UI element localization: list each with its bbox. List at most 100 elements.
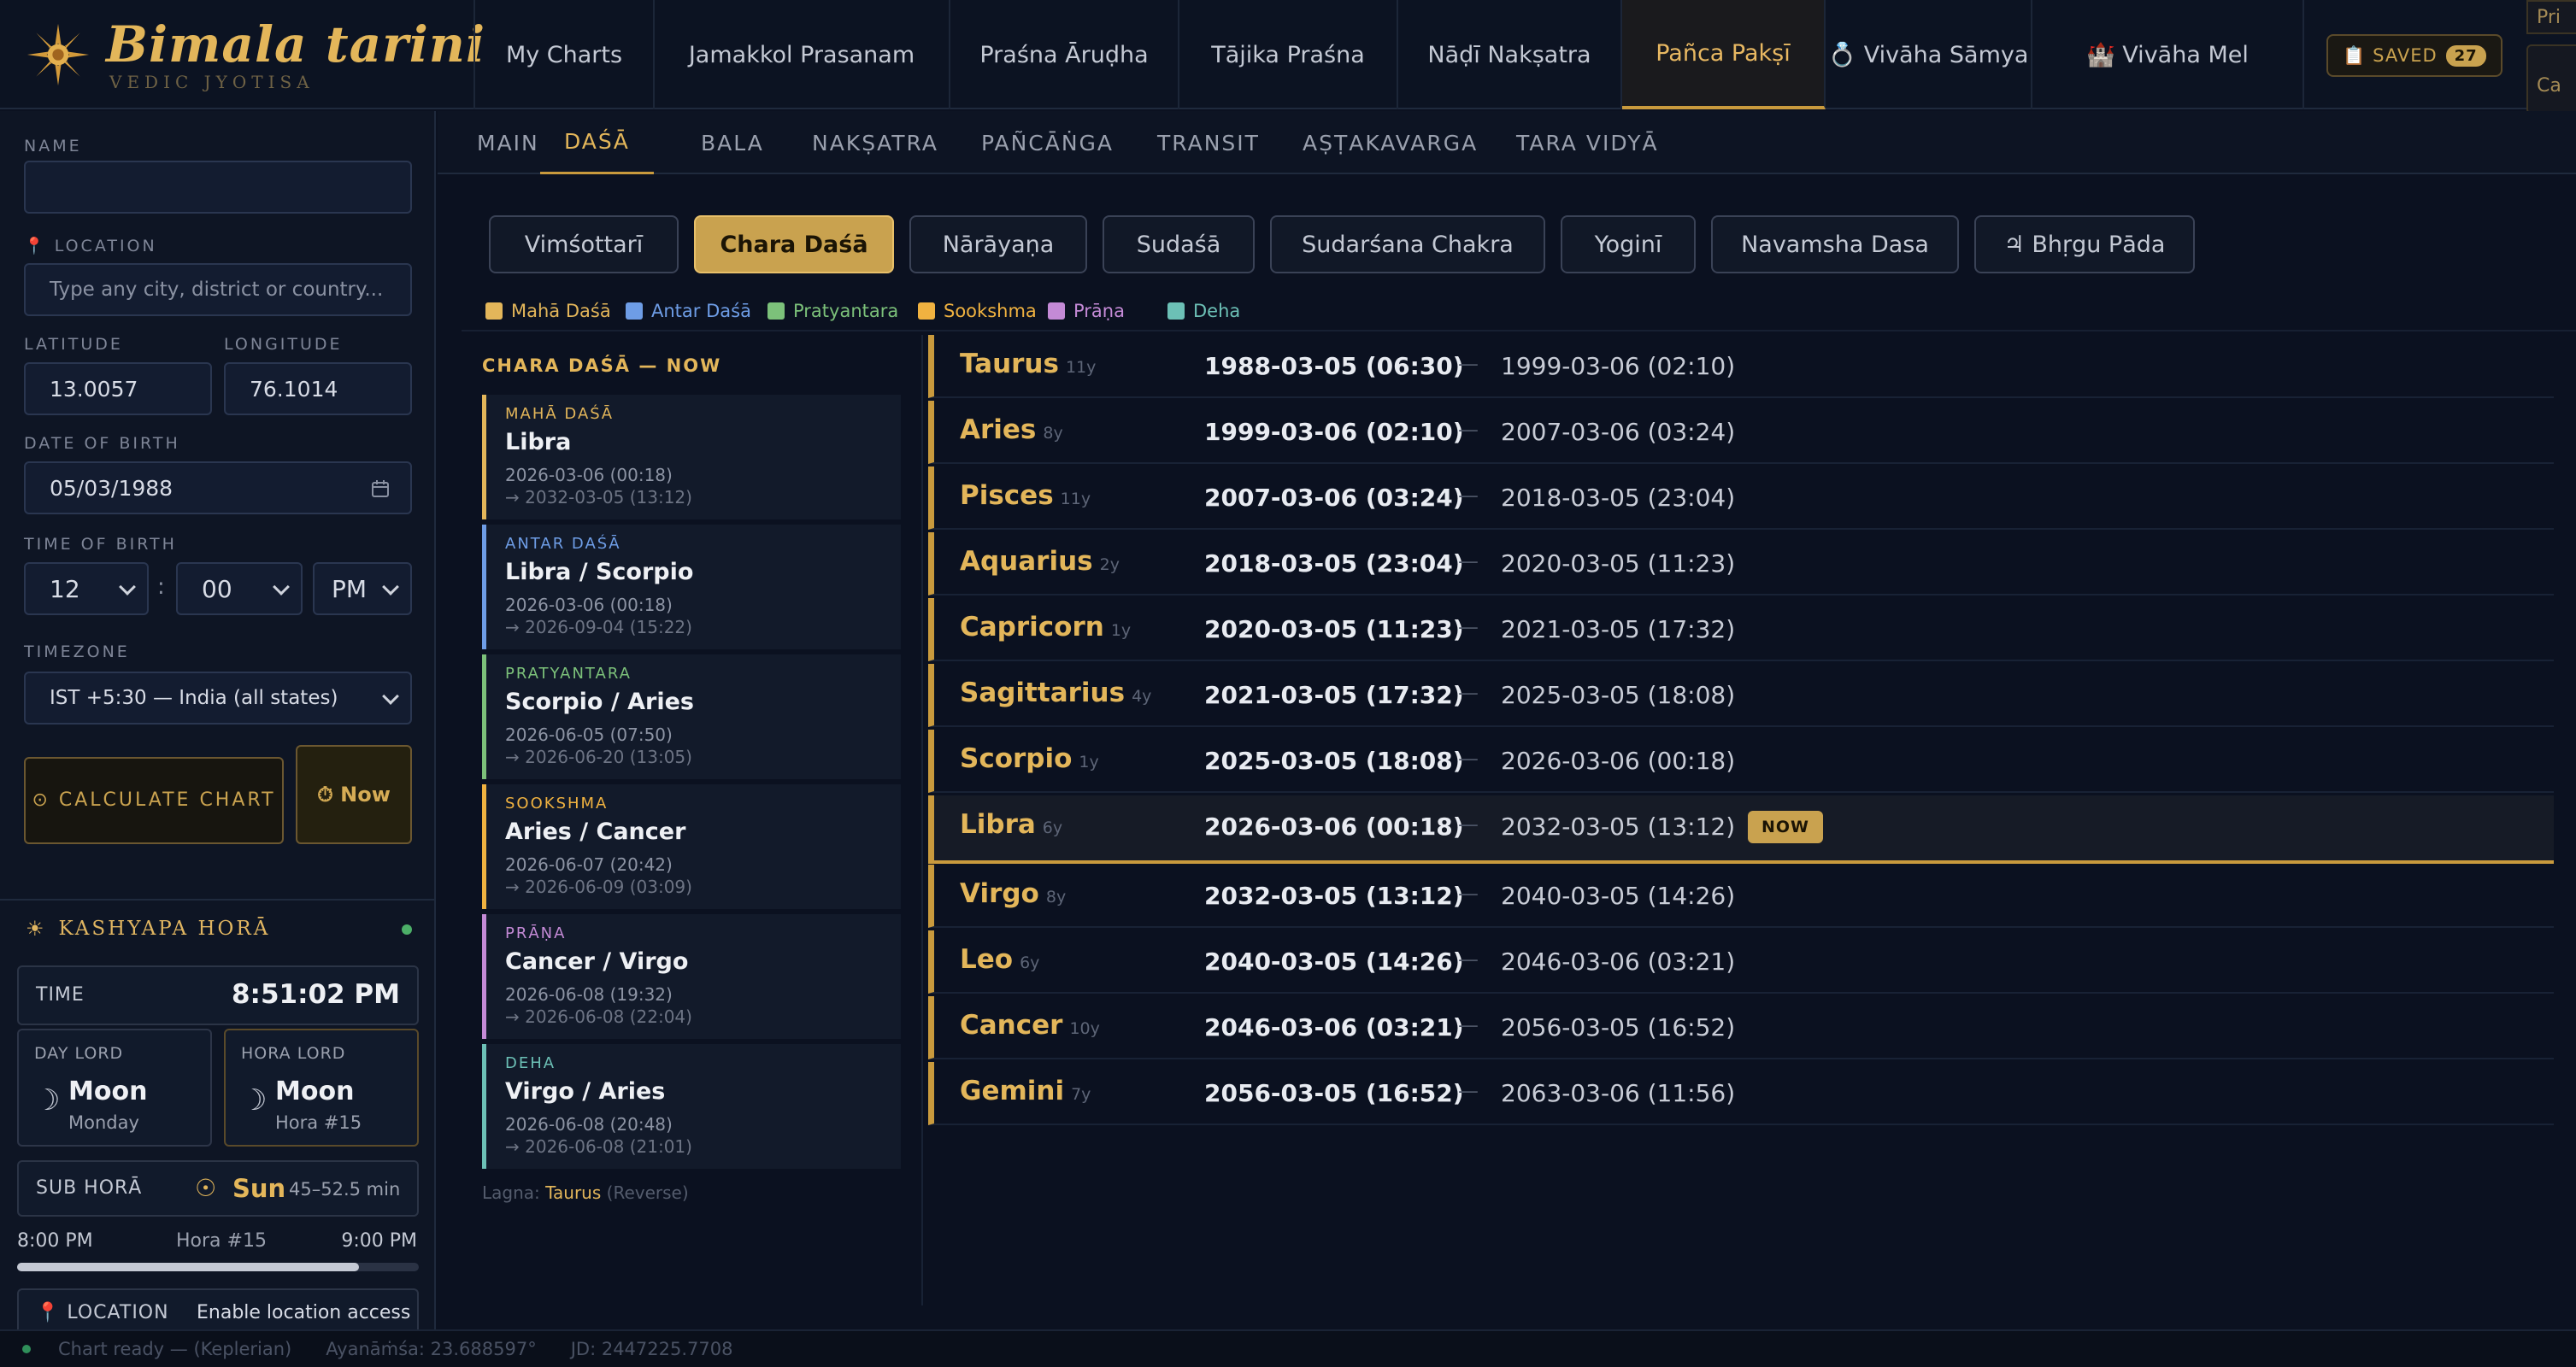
dasa-sudarsana-chakra-button[interactable]: Sudarśana Chakra <box>1270 215 1545 273</box>
timezone-select[interactable]: IST +5:30 — India (all states) <box>24 672 412 725</box>
subtab-main[interactable]: MAIN <box>477 111 539 174</box>
dasa-bhrgu-pada-button[interactable]: ♃ Bhṛgu Pāda <box>1974 215 2195 273</box>
hour-select[interactable]: 12 <box>24 562 149 615</box>
location-input[interactable]: Type any city, district or country... <box>24 263 412 316</box>
dasa-sign: Taurus 11y <box>960 349 1096 379</box>
nav-prasna-arudha[interactable]: Praśna Āruḍha <box>950 0 1179 109</box>
dasa-yogini-button[interactable]: Yoginī <box>1561 215 1696 273</box>
now-card-name: Aries / Cancer <box>505 818 686 845</box>
subtab-naksatra[interactable]: NAKṢATRA <box>812 111 938 174</box>
calendar-icon[interactable] <box>371 479 390 498</box>
subtab-dasa[interactable]: DAŚĀ <box>540 111 654 174</box>
subtab-bala[interactable]: BALA <box>701 111 764 174</box>
dasa-sign: Libra 6y <box>960 809 1062 840</box>
now-card: SOOKSHMA Aries / Cancer 2026-06-07 (20:42)… <box>482 784 901 909</box>
dasa-sign: Aquarius 2y <box>960 546 1120 577</box>
dasa-row[interactable]: Libra 6y 2026-03-06 (00:18) — 2032-03-05 (13… <box>928 795 2554 864</box>
dob-input[interactable]: 05/03/1988 <box>24 461 412 514</box>
dasa-start: 2021-03-05 (17:32) <box>1204 681 1464 709</box>
dasa-sign: Gemini 7y <box>960 1076 1091 1106</box>
legend-item: Pratyantara <box>768 299 898 323</box>
dasa-separator: — <box>1458 681 1479 705</box>
now-card: PRATYANTARA Scorpio / Aries 2026-06-05 (07… <box>482 654 901 779</box>
dasa-chara-button[interactable]: Chara Daśā <box>694 215 894 273</box>
dasa-row[interactable]: Scorpio 1y 2025-03-05 (18:08) — 2026-03-06 (… <box>928 730 2554 793</box>
dasa-years: 6y <box>1020 953 1040 972</box>
legend-swatch <box>626 302 643 320</box>
dasa-sign: Leo 6y <box>960 944 1039 975</box>
dasa-row[interactable]: Virgo 8y 2032-03-05 (13:12) — 2040-03-05 (14… <box>928 865 2554 928</box>
now-card-level: MAHĀ DAŚĀ <box>505 405 615 423</box>
dasa-start: 2056-03-05 (16:52) <box>1204 1079 1464 1107</box>
edge-calc-tab[interactable]: Ca <box>2526 44 2576 114</box>
now-card-level: ANTAR DAŚĀ <box>505 535 621 553</box>
edge-print-tab[interactable]: Pri <box>2526 0 2576 34</box>
dasa-sign: Aries 8y <box>960 414 1063 445</box>
now-card-end: → 2026-09-04 (15:22) <box>505 617 692 637</box>
dasa-row[interactable]: Aquarius 2y 2018-03-05 (23:04) — 2020-03-05 … <box>928 532 2554 595</box>
dasa-narayana-button[interactable]: Nārāyaṇa <box>909 215 1087 273</box>
dasa-start: 2020-03-05 (11:23) <box>1204 615 1464 643</box>
dob-value: 05/03/1988 <box>50 475 173 501</box>
status-jd: JD: 2447225.7708 <box>570 1339 733 1359</box>
dasa-row[interactable]: Leo 6y 2040-03-05 (14:26) — 2046-03-06 (03:2… <box>928 930 2554 994</box>
dasa-row[interactable]: Cancer 10y 2046-03-06 (03:21) — 2056-03-05 (… <box>928 996 2554 1059</box>
name-input[interactable] <box>24 161 412 214</box>
legend-item: Deha <box>1167 299 1240 323</box>
nav-tajika-prasna[interactable]: Tājika Praśna <box>1179 0 1398 109</box>
nav-vivaha-samya[interactable]: 💍 Vivāha Sāmya <box>1826 0 2032 109</box>
nav-nadi-naksatra[interactable]: Nāḍī Nakṣatra <box>1398 0 1622 109</box>
nav-vivaha-mel[interactable]: 🏰 Vivāha Mel <box>2032 0 2304 109</box>
subtab-astakavarga[interactable]: AṢṬAKAVARGA <box>1303 111 1478 174</box>
hora-number: Hora #15 <box>275 1112 362 1133</box>
dasa-start: 1988-03-05 (06:30) <box>1204 352 1464 380</box>
latitude-input[interactable]: 13.0057 <box>24 362 212 415</box>
calculate-chart-button[interactable]: ⊙ CALCULATE CHART <box>24 757 284 844</box>
time-colon: : <box>157 574 165 600</box>
legend-label: Prāṇa <box>1073 301 1125 321</box>
dasa-years: 11y <box>1060 490 1091 508</box>
status-dot-icon <box>22 1345 31 1353</box>
dasa-years: 10y <box>1069 1019 1100 1038</box>
subtab-tara-vidya[interactable]: TARA VIDYĀ <box>1516 111 1659 174</box>
ampm-select[interactable]: PM <box>313 562 412 615</box>
legend-swatch <box>768 302 785 320</box>
minute-select[interactable]: 00 <box>176 562 303 615</box>
dasa-row[interactable]: Pisces 11y 2007-03-06 (03:24) — 2018-03-05 (… <box>928 466 2554 530</box>
now-button[interactable]: ⏱ Now <box>296 745 412 844</box>
longitude-input[interactable]: 76.1014 <box>224 362 412 415</box>
now-card-end: → 2026-06-08 (22:04) <box>505 1006 692 1027</box>
nav-jamakkol-prasanam[interactable]: Jamakkol Prasanam <box>655 0 950 109</box>
dasa-row[interactable]: Sagittarius 4y 2021-03-05 (17:32) — 2025-03-… <box>928 664 2554 727</box>
dasa-vimsottari-button[interactable]: Vimśottarī <box>489 215 679 273</box>
dasa-row[interactable]: Capricorn 1y 2020-03-05 (11:23) — 2021-03-05… <box>928 598 2554 661</box>
location-access-label: 📍 LOCATION <box>36 1302 169 1323</box>
legend-swatch <box>918 302 935 320</box>
legend-item: Sookshma <box>918 299 1037 323</box>
subtab-transit[interactable]: TRANSIT <box>1157 111 1260 174</box>
dasa-sudasa-button[interactable]: Sudaśā <box>1103 215 1255 273</box>
now-card-level: DEHA <box>505 1054 556 1072</box>
day-lord-box: DAY LORD ☽ Moon Monday <box>17 1029 212 1147</box>
sub-hora-range: 45–52.5 min <box>289 1179 401 1200</box>
top-bar: Bimala tarini VEDIC JYOTISA My Charts Ja… <box>0 0 2576 114</box>
hora-header: ☀ KASHYAPA HORĀ <box>0 899 436 957</box>
dasa-sign-name: Scorpio <box>960 743 1073 774</box>
lagna-label: Lagna: <box>482 1182 540 1203</box>
now-card-start: 2026-06-08 (20:48) <box>505 1114 673 1135</box>
dasa-row[interactable]: Gemini 7y 2056-03-05 (16:52) — 2063-03-06 (1… <box>928 1062 2554 1125</box>
moon-icon: ☽ <box>241 1083 268 1118</box>
dasa-end: 2040-03-05 (14:26) <box>1501 882 1736 910</box>
dasa-row[interactable]: Taurus 11y 1988-03-05 (06:30) — 1999-03-06 (… <box>928 335 2554 398</box>
dasa-row[interactable]: Aries 8y 1999-03-06 (02:10) — 2007-03-06 (03… <box>928 401 2554 464</box>
logo[interactable]: Bimala tarini VEDIC JYOTISA <box>26 15 485 94</box>
timezone-value: IST +5:30 — India (all states) <box>50 687 338 709</box>
nav-panca-paksi[interactable]: Pañca Pakṣī <box>1622 0 1826 109</box>
dasa-navamsha-button[interactable]: Navamsha Dasa <box>1711 215 1959 273</box>
hora-lord-box: HORA LORD ☽ Moon Hora #15 <box>224 1029 419 1147</box>
dasa-end: 2018-03-05 (23:04) <box>1501 484 1736 512</box>
saved-button[interactable]: 📋 SAVED 27 <box>2326 34 2502 77</box>
now-card: ANTAR DAŚĀ Libra / Scorpio 2026-03-06 (00:… <box>482 525 901 649</box>
nav-my-charts[interactable]: My Charts <box>473 0 655 109</box>
subtab-pancanga[interactable]: PAÑCĀṄGA <box>981 111 1114 174</box>
